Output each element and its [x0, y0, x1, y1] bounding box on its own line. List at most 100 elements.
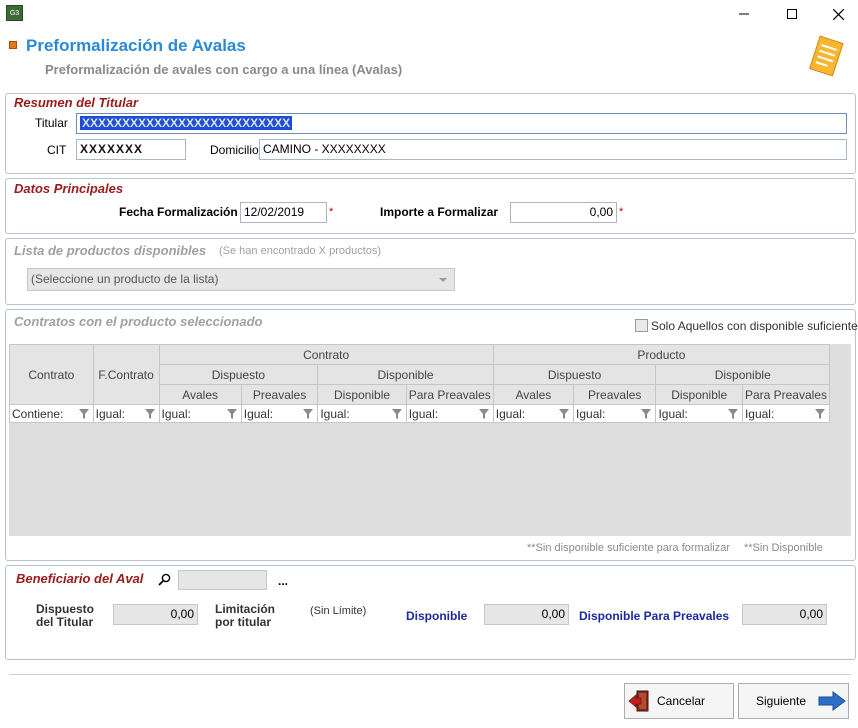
- filter-operator: Igual:: [744, 406, 775, 421]
- cit-field[interactable]: XXXXXXX: [76, 139, 186, 160]
- filter-operator: Contiene:: [12, 406, 64, 421]
- filter-icon[interactable]: [478, 409, 489, 419]
- group-header-producto: Producto: [492, 344, 831, 365]
- page-title: Preformalización de Avalas: [26, 36, 246, 55]
- disponible-label: Disponible: [406, 609, 468, 623]
- group-header-contrato: Contrato: [158, 344, 494, 365]
- sub-header-dispuesto: Dispuesto: [492, 364, 657, 385]
- filter-cell[interactable]: Igual:: [158, 404, 242, 423]
- minimize-icon: [739, 13, 749, 15]
- cit-label: CIT: [47, 143, 67, 157]
- col-header-disponible[interactable]: Disponible: [317, 384, 407, 405]
- maximize-icon: [787, 9, 797, 19]
- filter-cell[interactable]: Igual:: [492, 404, 575, 423]
- producto-select[interactable]: (Seleccione un producto de la lista): [27, 268, 455, 291]
- limitacion-value: (Sin Límite): [310, 605, 367, 617]
- contratos-grid: Contrato F.Contrato Contrato Producto Di…: [9, 344, 851, 536]
- col-header-avales[interactable]: Avales: [158, 384, 242, 405]
- note-sin-disponible-suficiente: **Sin disponible suficiente para formali…: [527, 542, 730, 554]
- col-header-avales[interactable]: Avales: [492, 384, 575, 405]
- dispuesto-field: 0,00: [113, 604, 198, 625]
- datos-title: Datos Principales: [14, 181, 124, 196]
- filter-cell[interactable]: Igual:: [92, 404, 160, 423]
- beneficiario-ellipsis-button[interactable]: ...: [278, 574, 288, 588]
- note-sin-disponible: **Sin Disponible: [744, 542, 823, 554]
- beneficiario-field[interactable]: [178, 570, 267, 590]
- col-header-preavales[interactable]: Preavales: [573, 384, 657, 405]
- dispuesto-value: 0,00: [170, 607, 194, 621]
- page-subtitle: Preformalización de avales con cargo a u…: [45, 62, 403, 77]
- limitacion-label-1: Limitación: [215, 602, 276, 616]
- importe-required-mark: *: [619, 206, 624, 218]
- filter-cell[interactable]: Igual:: [655, 404, 743, 423]
- magnifier-icon[interactable]: [158, 573, 171, 586]
- filter-cell[interactable]: Igual:: [741, 404, 831, 423]
- cit-value: XXXXXXX: [80, 142, 144, 156]
- fecha-required-mark: *: [329, 206, 334, 218]
- col-header-disponible[interactable]: Disponible: [655, 384, 743, 405]
- filter-operator: Igual:: [95, 406, 126, 421]
- filter-operator: Igual:: [658, 406, 688, 421]
- contratos-title: Contratos con el producto seleccionado: [14, 314, 263, 329]
- filter-cell[interactable]: Igual:: [240, 404, 319, 423]
- importe-field[interactable]: 0,00: [510, 202, 617, 223]
- solo-disponible-checkbox[interactable]: [635, 319, 648, 332]
- filter-cell[interactable]: Contiene:: [9, 404, 94, 423]
- close-icon: [832, 8, 844, 20]
- producto-select-value: (Seleccione un producto de la lista): [31, 272, 219, 286]
- col-header-preavales[interactable]: Preavales: [240, 384, 319, 405]
- col-header-contrato[interactable]: Contrato: [9, 344, 94, 405]
- productos-title: Lista de productos disponibles: [14, 243, 207, 258]
- disponible-field: 0,00: [484, 604, 569, 625]
- header-bullet-icon: [9, 41, 17, 49]
- app-icon: G3: [6, 5, 23, 21]
- disponible-preavales-value: 0,00: [799, 607, 823, 621]
- importe-label: Importe a Formalizar: [380, 205, 499, 219]
- cancelar-button[interactable]: Cancelar: [624, 683, 734, 719]
- siguiente-label: Siguiente: [756, 694, 807, 708]
- filter-icon[interactable]: [303, 409, 314, 419]
- document-icon: [809, 35, 844, 77]
- disponible-value: 0,00: [541, 607, 565, 621]
- filter-operator: Igual:: [161, 406, 191, 421]
- filter-icon[interactable]: [226, 409, 237, 419]
- sub-header-disponible: Disponible: [317, 364, 494, 385]
- importe-value: 0,00: [589, 205, 613, 219]
- cancelar-label: Cancelar: [657, 694, 706, 708]
- col-header-para-preavales[interactable]: Para Preavales: [741, 384, 831, 405]
- filter-icon[interactable]: [78, 409, 89, 419]
- fecha-field[interactable]: 12/02/2019: [240, 202, 327, 223]
- domicilio-value: CAMINO - XXXXXXXX: [263, 142, 386, 156]
- filter-operator: Igual:: [320, 406, 350, 421]
- filter-cell[interactable]: Igual:: [573, 404, 657, 423]
- col-header-fcontrato[interactable]: F.Contrato: [92, 344, 160, 405]
- disponible-preavales-label: Disponible Para Preavales: [579, 609, 730, 623]
- fecha-label: Fecha Formalización: [119, 205, 238, 219]
- minimize-button[interactable]: [721, 0, 767, 28]
- filter-operator: Igual:: [243, 406, 274, 421]
- filter-cell[interactable]: Igual:: [317, 404, 407, 423]
- dispuesto-label-1: Dispuesto: [36, 602, 95, 616]
- filter-icon[interactable]: [559, 409, 570, 419]
- limitacion-label-2: por titular: [215, 615, 271, 629]
- col-header-para-preavales[interactable]: Para Preavales: [405, 384, 494, 405]
- filter-icon[interactable]: [815, 409, 825, 419]
- sub-header-disponible: Disponible: [655, 364, 830, 385]
- filter-operator: Igual:: [495, 406, 526, 421]
- filter-icon[interactable]: [391, 409, 402, 419]
- chevron-down-icon: [439, 278, 447, 282]
- exit-icon: [628, 690, 649, 712]
- solo-disponible-label: Solo Aquellos con disponible suficiente: [651, 319, 858, 333]
- fecha-value: 12/02/2019: [244, 205, 305, 219]
- close-button[interactable]: [815, 0, 858, 28]
- maximize-button[interactable]: [769, 0, 815, 28]
- siguiente-button[interactable]: Siguiente: [738, 683, 849, 719]
- filter-icon[interactable]: [144, 409, 155, 419]
- beneficiario-title: Beneficiario del Aval: [16, 571, 144, 586]
- filter-icon[interactable]: [727, 409, 738, 419]
- domicilio-label: Domicilio: [210, 143, 259, 157]
- domicilio-field[interactable]: CAMINO - XXXXXXXX: [259, 139, 847, 160]
- filter-icon[interactable]: [641, 409, 652, 419]
- titular-field[interactable]: XXXXXXXXXXXXXXXXXXXXXXXXXX: [76, 113, 847, 134]
- filter-cell[interactable]: Igual:: [405, 404, 494, 423]
